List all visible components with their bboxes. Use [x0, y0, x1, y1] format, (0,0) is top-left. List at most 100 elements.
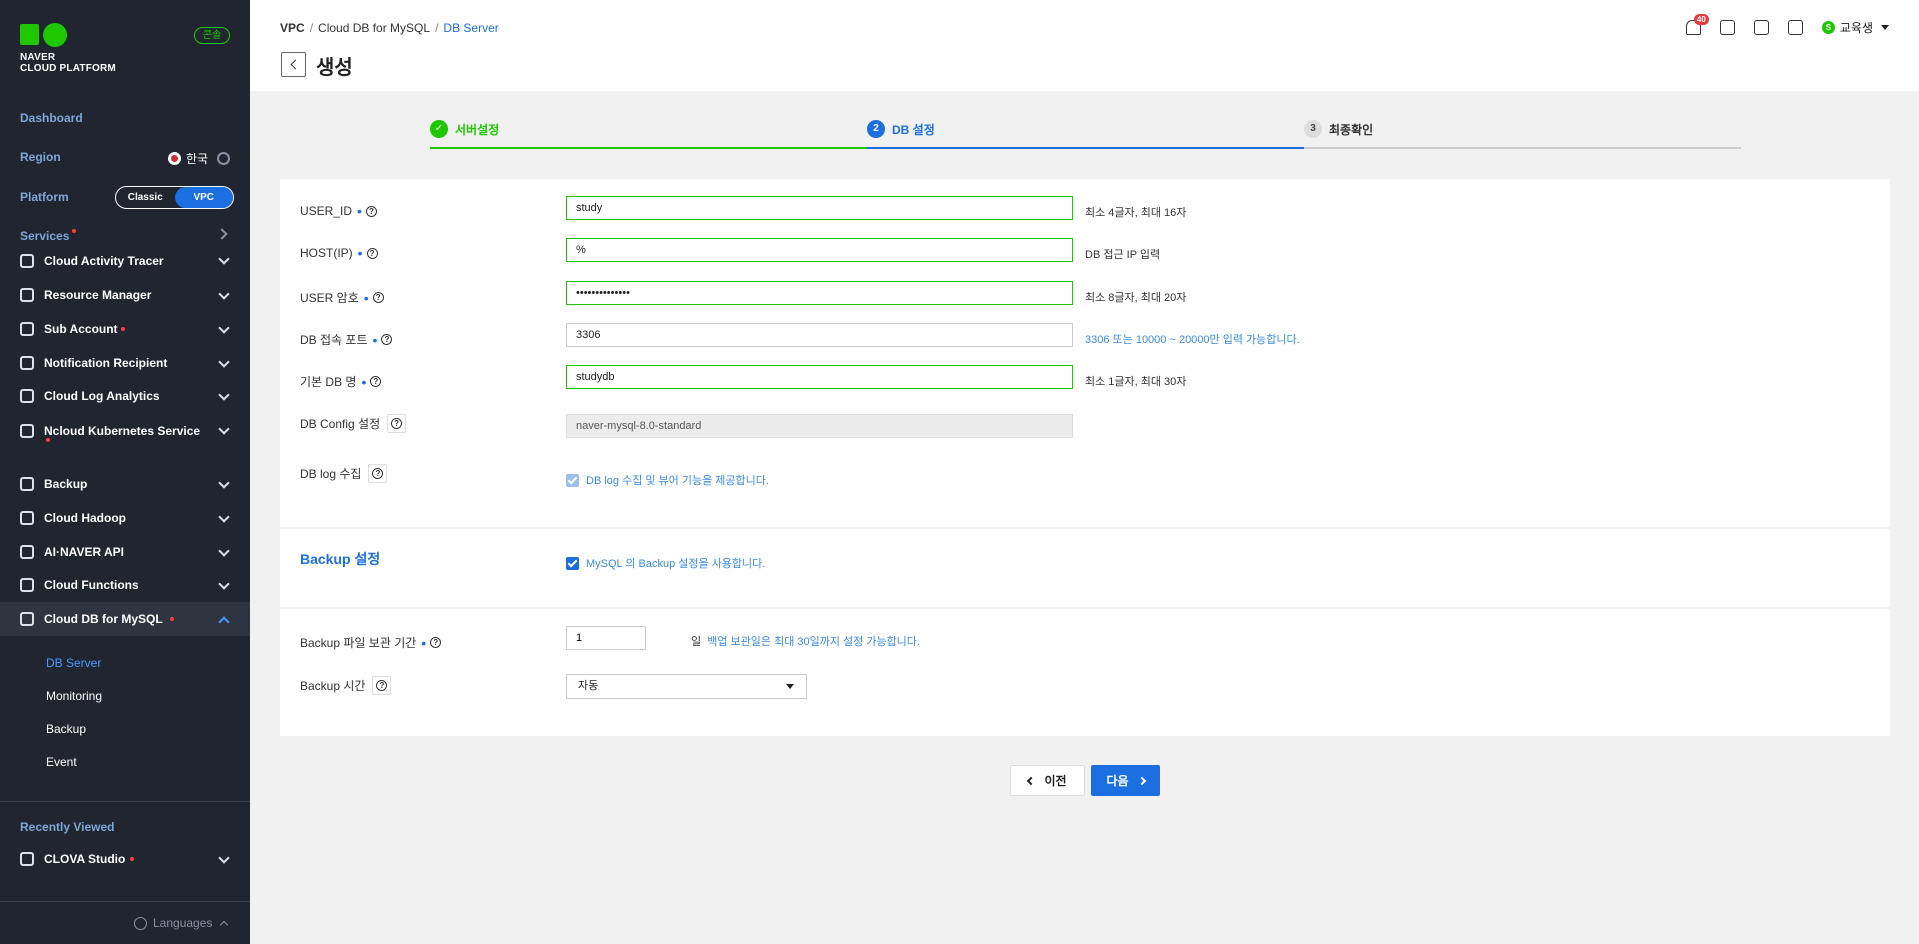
edit-icon[interactable]	[1753, 20, 1769, 35]
services-header[interactable]: Services	[20, 229, 77, 243]
region-selector[interactable]: 한국	[168, 150, 231, 167]
api-icon	[20, 545, 34, 559]
submenu-monitoring[interactable]: Monitoring	[46, 689, 102, 703]
sidebar-item-cloud-db-for-mysql[interactable]: Cloud DB for MySQL	[0, 602, 250, 636]
backup-icon	[20, 477, 34, 491]
help-icon[interactable]: ?	[366, 247, 378, 259]
breadcrumb-item[interactable]: VPC	[280, 21, 305, 35]
sidebar-item-resource-manager[interactable]: Resource Manager	[0, 278, 250, 312]
port-input[interactable]	[566, 323, 1073, 347]
host-label: HOST(IP) •?	[300, 246, 378, 260]
naver-cloud-logo[interactable]: NAVER CLOUD PLATFORM	[20, 23, 116, 74]
help-icon[interactable]: ?	[372, 292, 384, 303]
help-icon[interactable]: ?	[381, 334, 393, 345]
submenu-backup[interactable]: Backup	[46, 722, 86, 736]
sidebar-item-ai-naver-api[interactable]: AI·NAVER API	[0, 535, 250, 569]
password-input[interactable]	[566, 281, 1073, 305]
sidebar-item-ncloud-kubernetes-service[interactable]: Ncloud Kubernetes Service	[0, 413, 250, 459]
next-button[interactable]: 다음	[1091, 765, 1160, 796]
step-server-settings[interactable]: ✓ 서버설정	[430, 120, 499, 138]
platform-toggle[interactable]: Classic VPC	[115, 186, 234, 209]
chevron-down-icon	[218, 511, 230, 523]
db-name-input[interactable]	[566, 365, 1073, 389]
caret-down-icon	[1881, 25, 1889, 30]
chevron-left-icon	[1027, 776, 1036, 785]
chevron-down-icon	[218, 578, 230, 590]
languages-label: Languages	[153, 916, 213, 930]
check-icon: ✓	[430, 120, 448, 138]
db-config-field: naver-mysql-8.0-standard	[566, 414, 1073, 438]
sidebar-item-cloud-hadoop[interactable]: Cloud Hadoop	[0, 501, 250, 535]
user-menu[interactable]: S 교육생	[1821, 19, 1889, 36]
required-mark: •	[357, 203, 362, 219]
help-icon[interactable]: ?	[430, 637, 442, 648]
bell-icon[interactable]: 40	[1685, 14, 1709, 35]
region-label: Region	[20, 150, 61, 164]
backup-toggle-card	[280, 529, 1890, 607]
step-db-settings[interactable]: 2 DB 설정	[867, 120, 935, 138]
book-icon[interactable]	[1787, 20, 1803, 35]
step-progress-line	[430, 147, 867, 149]
sidebar-item-backup[interactable]: Backup	[0, 467, 250, 501]
chevron-down-icon	[218, 545, 230, 557]
db-name-hint: 최소 1글자, 최대 30자	[1085, 376, 1187, 388]
help-icon[interactable]: ?	[365, 205, 377, 217]
chevron-down-icon	[218, 389, 230, 401]
resource-icon	[20, 288, 34, 302]
sidebar-dashboard[interactable]: Dashboard	[20, 111, 83, 125]
chevron-down-icon	[218, 477, 230, 489]
region-row: Region 한국	[0, 148, 250, 168]
backup-retention-input[interactable]	[566, 626, 646, 650]
clova-icon	[20, 852, 34, 866]
help-icon[interactable]: ?	[368, 464, 388, 483]
platform-option-vpc[interactable]: VPC	[174, 187, 233, 208]
platform-option-classic[interactable]: Classic	[116, 187, 175, 208]
db-log-checkbox[interactable]	[566, 473, 579, 487]
help-icon[interactable]: ?	[370, 376, 382, 387]
chevron-right-icon[interactable]	[216, 228, 228, 240]
log-icon	[20, 389, 34, 403]
prev-button[interactable]: 이전	[1010, 765, 1085, 796]
sidebar-item-cloud-activity-tracer[interactable]: Cloud Activity Tracer	[0, 243, 250, 279]
platform-label: Platform	[20, 190, 69, 204]
password-hint: 최소 8글자, 최대 20자	[1085, 292, 1187, 304]
chevron-up-icon	[220, 920, 229, 930]
retention-unit: 일	[691, 636, 702, 648]
sidebar-item-cloud-functions[interactable]: Cloud Functions	[0, 568, 250, 602]
db-log-check-text: DB log 수집 및 뷰어 기능을 제공합니다.	[586, 475, 769, 487]
backup-time-select[interactable]: 자동	[566, 674, 807, 699]
console-badge[interactable]: 콘솔	[194, 27, 230, 44]
backup-checkbox[interactable]	[566, 556, 579, 570]
backup-checkbox-row: MySQL 의 Backup 설정을 사용합니다.	[566, 555, 765, 571]
back-button[interactable]	[281, 52, 306, 77]
sidebar-item-label: Cloud Hadoop	[44, 511, 126, 525]
help-icon[interactable]: ?	[387, 414, 407, 433]
recently-viewed-label: Recently Viewed	[20, 820, 115, 834]
gear-icon[interactable]	[217, 152, 231, 165]
password-label: USER 암호 •?	[300, 289, 384, 306]
sidebar-item-sub-account[interactable]: Sub Account	[0, 312, 250, 346]
recent-item-clova-studio[interactable]: CLOVA Studio	[0, 842, 250, 876]
user-id-input[interactable]	[566, 196, 1073, 220]
chevron-down-icon	[218, 423, 230, 435]
chat-icon[interactable]	[1719, 20, 1735, 35]
host-input[interactable]	[566, 238, 1073, 262]
step-label: 최종확인	[1329, 122, 1374, 137]
breadcrumb-item[interactable]: Cloud DB for MySQL	[318, 21, 430, 35]
required-mark: •	[421, 634, 427, 651]
page-header: VPC / Cloud DB for MySQL / DB Server 생성 …	[250, 0, 1919, 91]
submenu-event[interactable]: Event	[46, 755, 77, 769]
sidebar-item-notification-recipient[interactable]: Notification Recipient	[0, 346, 250, 380]
required-mark: •	[361, 373, 367, 390]
sidebar-item-cloud-log-analytics[interactable]: Cloud Log Analytics	[0, 379, 250, 413]
sidebar: NAVER CLOUD PLATFORM 콘솔 Dashboard Region…	[0, 0, 250, 944]
chevron-down-icon	[218, 852, 230, 864]
backup-retention-label: Backup 파일 보관 기간 •?	[300, 634, 442, 651]
step-final-confirm[interactable]: 3 최종확인	[1304, 120, 1373, 138]
sidebar-item-label: Sub Account	[44, 322, 118, 336]
breadcrumb-current[interactable]: DB Server	[443, 21, 498, 35]
step-label: 서버설정	[455, 122, 500, 137]
help-icon[interactable]: ?	[372, 676, 392, 695]
submenu-db-server[interactable]: DB Server	[46, 656, 101, 670]
languages-selector[interactable]: Languages	[134, 916, 229, 930]
